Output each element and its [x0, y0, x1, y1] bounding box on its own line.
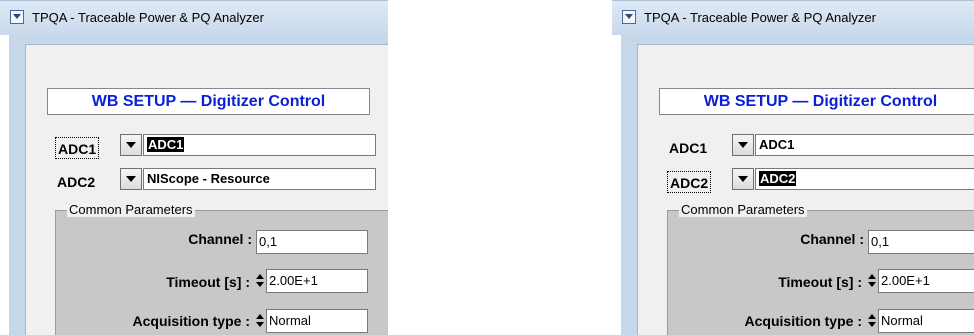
app-menu-icon[interactable] — [622, 10, 636, 24]
channel-colon: : — [247, 231, 252, 247]
adc1-selected-value: ADC1 — [147, 137, 185, 152]
adc2-label: ADC2 — [57, 174, 96, 190]
timeout-input[interactable]: 2.00E+1 — [878, 269, 974, 293]
title-bar[interactable]: TPQA - Traceable Power & PQ Analyzer — [612, 0, 974, 35]
adc1-selected-value: ADC1 — [759, 137, 795, 152]
channel-label-text: Channel — [188, 231, 244, 247]
channel-input[interactable]: 0,1 — [868, 230, 974, 254]
timeout-label-text: Timeout [s] — [166, 274, 242, 290]
window-title: TPQA - Traceable Power & PQ Analyzer — [644, 10, 876, 25]
adc1-dropdown-arrow-icon[interactable] — [732, 134, 754, 156]
acquisition-type-label-text: Acquisition type — [744, 313, 854, 329]
acquisition-type-colon: : — [245, 313, 250, 329]
title-bar[interactable]: TPQA - Traceable Power & PQ Analyzer — [0, 0, 388, 35]
acquisition-type-label: Acquisition type : — [722, 313, 862, 329]
adc1-select[interactable]: ADC1 — [755, 134, 974, 156]
acquisition-type-input[interactable]: Normal — [266, 309, 368, 333]
adc2-dropdown-arrow-icon[interactable] — [732, 168, 754, 190]
adc2-dropdown-arrow-icon[interactable] — [120, 168, 142, 190]
acquisition-type-input[interactable]: Normal — [878, 309, 974, 333]
section-header: WB SETUP — Digitizer Control — [659, 88, 974, 115]
channel-label: Channel : — [160, 231, 252, 247]
window-right: TPQA - Traceable Power & PQ Analyzer WB … — [612, 0, 974, 335]
window-title: TPQA - Traceable Power & PQ Analyzer — [32, 10, 264, 25]
adc1-label: ADC1 — [669, 140, 708, 156]
timeout-colon: : — [245, 274, 250, 290]
section-header: WB SETUP — Digitizer Control — [47, 88, 370, 115]
adc2-select[interactable]: ADC2 — [755, 168, 974, 190]
acquisition-type-label: Acquisition type : — [110, 313, 250, 329]
acquisition-type-spinner-icon[interactable] — [868, 310, 877, 332]
timeout-label-text: Timeout [s] — [778, 274, 854, 290]
group-title: Common Parameters — [67, 202, 195, 217]
adc2-selected-value: NIScope - Resource — [147, 171, 270, 186]
timeout-label: Timeout [s] : — [140, 274, 250, 290]
channel-colon: : — [859, 231, 864, 247]
acquisition-type-colon: : — [857, 313, 862, 329]
window-left: TPQA - Traceable Power & PQ Analyzer WB … — [0, 0, 388, 335]
timeout-colon: : — [857, 274, 862, 290]
adc1-dropdown-arrow-icon[interactable] — [120, 134, 142, 156]
timeout-spinner-icon[interactable] — [868, 270, 877, 292]
adc2-selected-value: ADC2 — [759, 171, 797, 186]
app-menu-icon[interactable] — [10, 10, 24, 24]
channel-label: Channel : — [772, 231, 864, 247]
adc2-label: ADC2 — [667, 171, 712, 193]
timeout-input[interactable]: 2.00E+1 — [266, 269, 368, 293]
acquisition-type-label-text: Acquisition type — [132, 313, 242, 329]
timeout-label: Timeout [s] : — [752, 274, 862, 290]
group-title: Common Parameters — [679, 202, 807, 217]
adc1-select[interactable]: ADC1 — [143, 134, 376, 156]
adc2-select[interactable]: NIScope - Resource — [143, 168, 376, 190]
channel-input[interactable]: 0,1 — [256, 230, 368, 254]
timeout-spinner-icon[interactable] — [256, 270, 265, 292]
adc1-label: ADC1 — [55, 137, 100, 159]
channel-label-text: Channel — [800, 231, 856, 247]
acquisition-type-spinner-icon[interactable] — [256, 310, 265, 332]
